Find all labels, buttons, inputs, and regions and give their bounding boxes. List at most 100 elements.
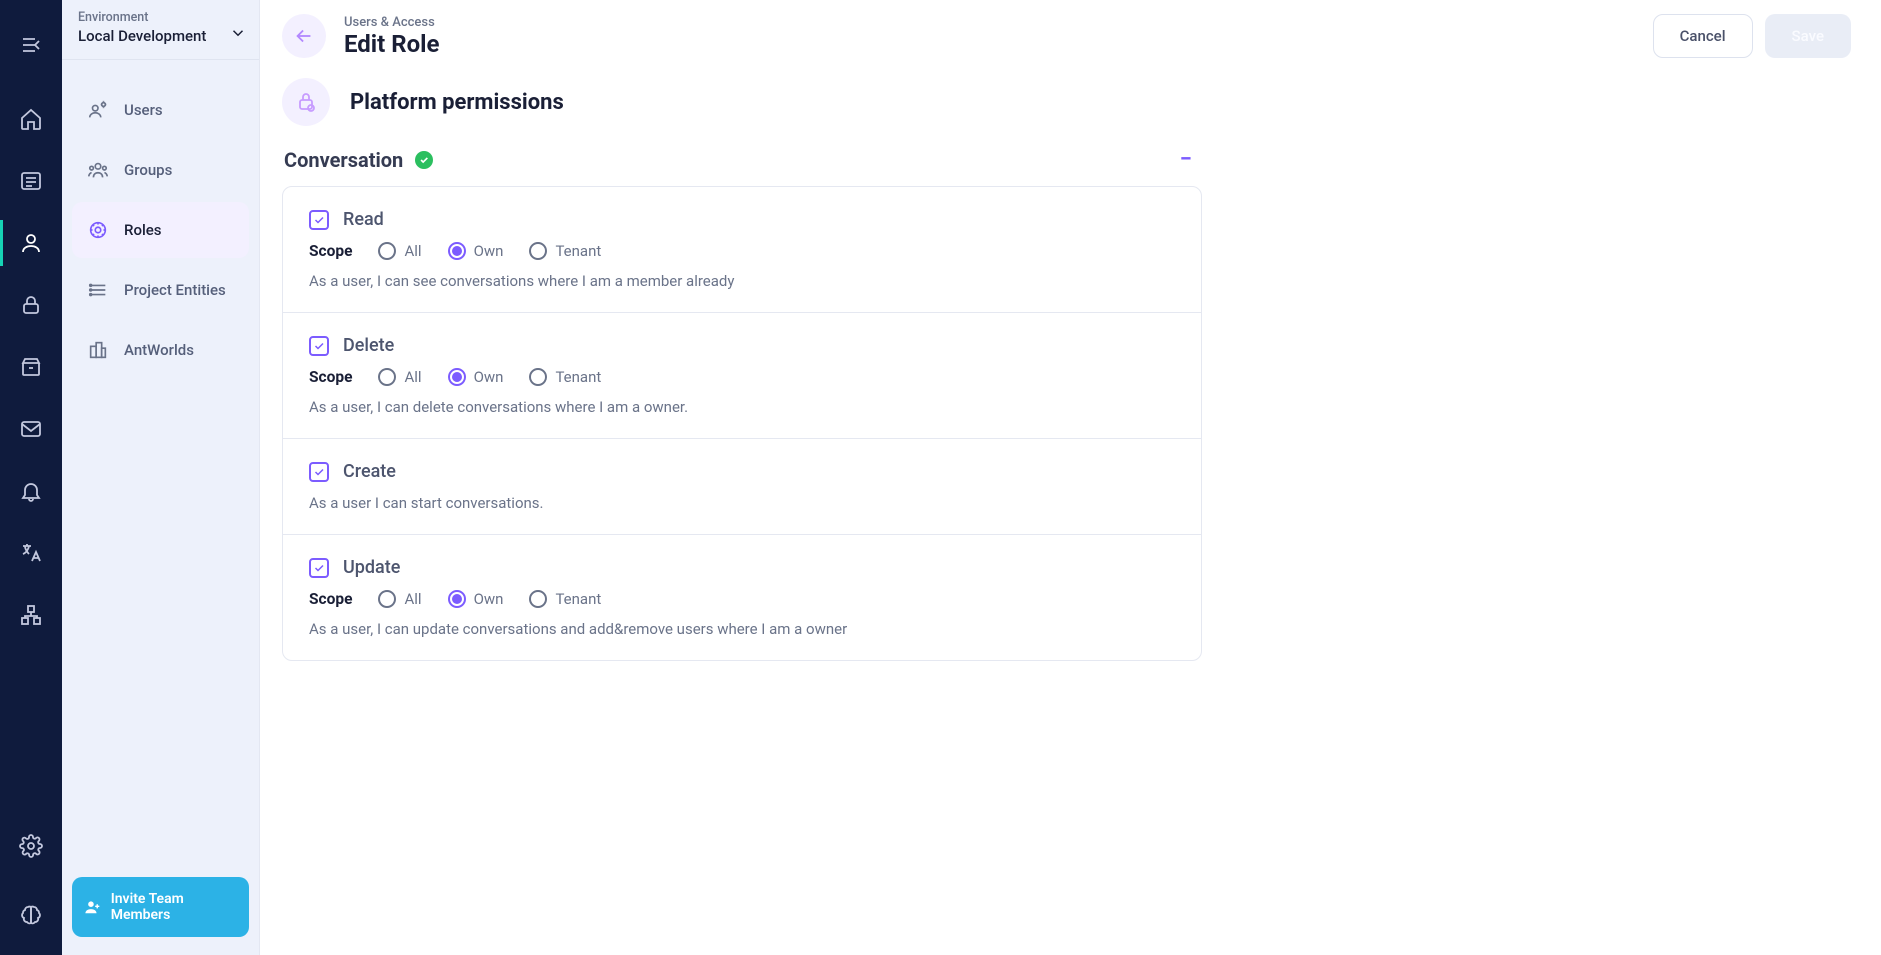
radio-icon bbox=[529, 242, 547, 260]
sidebar-item-users[interactable]: Users bbox=[72, 82, 249, 138]
main-content: Users & Access Edit Role Cancel Save Pla… bbox=[260, 0, 1881, 955]
radio-icon bbox=[529, 590, 547, 608]
nav-home[interactable] bbox=[0, 88, 62, 150]
nav-archive[interactable] bbox=[0, 336, 62, 398]
permission-description: As a user, I can update conversations an… bbox=[309, 620, 1175, 638]
scope-option[interactable]: All bbox=[378, 590, 421, 608]
roles-icon bbox=[86, 218, 110, 242]
permission-name: Delete bbox=[343, 335, 394, 356]
scope-option[interactable]: Own bbox=[448, 242, 504, 260]
scope-option[interactable]: All bbox=[378, 242, 421, 260]
group-complete-badge bbox=[415, 151, 433, 169]
lock-badge-icon bbox=[294, 90, 318, 114]
mail-icon bbox=[19, 417, 43, 441]
sidebar-item-label: Groups bbox=[124, 161, 172, 179]
scope-option[interactable]: Own bbox=[448, 368, 504, 386]
scope-option-label: Own bbox=[474, 590, 504, 608]
radio-icon bbox=[448, 368, 466, 386]
lock-icon bbox=[19, 293, 43, 317]
page-header: Users & Access Edit Role Cancel Save bbox=[260, 0, 1881, 68]
chevron-down-icon bbox=[229, 24, 247, 46]
gear-icon bbox=[19, 834, 43, 858]
invite-team-members-button[interactable]: Invite Team Members bbox=[72, 877, 249, 937]
permission-row: Delete Scope All Own Tenant As a user, I can … bbox=[283, 313, 1201, 439]
permission-checkbox[interactable] bbox=[309, 336, 329, 356]
scope-option[interactable]: Tenant bbox=[529, 590, 601, 608]
entities-icon bbox=[86, 278, 110, 302]
scope-label: Scope bbox=[309, 368, 352, 386]
groups-icon bbox=[86, 158, 110, 182]
permission-description: As a user, I can see conversations where… bbox=[309, 272, 1175, 290]
radio-icon bbox=[378, 590, 396, 608]
radio-icon bbox=[378, 368, 396, 386]
permission-checkbox[interactable] bbox=[309, 462, 329, 482]
nav-users-access[interactable] bbox=[0, 212, 62, 274]
nav-language[interactable] bbox=[0, 522, 62, 584]
scope-label: Scope bbox=[309, 242, 352, 260]
home-icon bbox=[19, 107, 43, 131]
radio-icon bbox=[378, 242, 396, 260]
permission-row: Create As a user I can start conversation… bbox=[283, 439, 1201, 535]
nav-mail[interactable] bbox=[0, 398, 62, 460]
save-button[interactable]: Save bbox=[1765, 14, 1851, 58]
back-button[interactable] bbox=[282, 14, 326, 58]
add-user-icon bbox=[84, 898, 101, 916]
cancel-button[interactable]: Cancel bbox=[1653, 14, 1753, 58]
primary-nav-rail bbox=[0, 0, 62, 955]
nav-content[interactable] bbox=[0, 150, 62, 212]
collapse-group-button[interactable]: − bbox=[1180, 149, 1200, 171]
permission-row: Update Scope All Own Tenant As a user, I can … bbox=[283, 535, 1201, 660]
nav-notifications[interactable] bbox=[0, 460, 62, 522]
permission-checkbox[interactable] bbox=[309, 210, 329, 230]
sidebar-item-project-entities[interactable]: Project Entities bbox=[72, 262, 249, 318]
permission-description: As a user I can start conversations. bbox=[309, 494, 1175, 512]
scope-option[interactable]: Tenant bbox=[529, 242, 601, 260]
translate-icon bbox=[19, 541, 43, 565]
nav-settings[interactable] bbox=[0, 815, 62, 877]
permission-name: Create bbox=[343, 461, 396, 482]
permissions-section: Platform permissions Conversation − Read… bbox=[260, 68, 1881, 685]
secondary-sidebar: Environment Local Development Users Grou… bbox=[62, 0, 260, 955]
sidebar-item-groups[interactable]: Groups bbox=[72, 142, 249, 198]
user-icon bbox=[19, 231, 43, 255]
scope-option-label: All bbox=[404, 590, 421, 608]
collapse-menu-button[interactable] bbox=[0, 14, 62, 76]
radio-icon bbox=[448, 242, 466, 260]
radio-icon bbox=[529, 368, 547, 386]
menu-collapse-icon bbox=[19, 33, 43, 57]
sidebar-item-antworlds[interactable]: AntWorlds bbox=[72, 322, 249, 378]
permission-checkbox[interactable] bbox=[309, 558, 329, 578]
nav-nodes[interactable] bbox=[0, 584, 62, 646]
sidebar-item-label: AntWorlds bbox=[124, 341, 194, 359]
scope-option-label: All bbox=[404, 242, 421, 260]
scope-option-label: All bbox=[404, 368, 421, 386]
arrow-left-icon bbox=[293, 25, 315, 47]
nodes-icon bbox=[19, 603, 43, 627]
scope-option[interactable]: Tenant bbox=[529, 368, 601, 386]
group-title: Conversation bbox=[284, 148, 403, 172]
archive-icon bbox=[19, 355, 43, 379]
permission-list: ReadScopeAllOwnTenantAs a user, I can se… bbox=[282, 186, 1202, 661]
permission-group-conversation: Conversation − ReadScopeAllOwnTenantAs a… bbox=[282, 140, 1202, 661]
radio-icon bbox=[448, 590, 466, 608]
scope-option-label: Tenant bbox=[555, 242, 601, 260]
breadcrumb: Users & Access bbox=[344, 15, 439, 30]
scope-option[interactable]: Own bbox=[448, 590, 504, 608]
sidebar-item-roles[interactable]: Roles bbox=[72, 202, 249, 258]
permission-description: As a user, I can delete conversations wh… bbox=[309, 398, 1175, 416]
sidebar-item-label: Users bbox=[124, 101, 163, 119]
permissions-section-icon bbox=[282, 78, 330, 126]
users-gear-icon bbox=[86, 98, 110, 122]
environment-value: Local Development bbox=[78, 27, 243, 45]
permission-name: Update bbox=[343, 557, 400, 578]
scope-option-label: Tenant bbox=[555, 590, 601, 608]
list-box-icon bbox=[19, 169, 43, 193]
nav-ai[interactable] bbox=[0, 885, 62, 947]
sidebar-item-label: Roles bbox=[124, 221, 162, 239]
scope-label: Scope bbox=[309, 590, 352, 608]
scope-option[interactable]: All bbox=[378, 368, 421, 386]
nav-security[interactable] bbox=[0, 274, 62, 336]
sidebar-menu: Users Groups Roles Project Entities AntW… bbox=[62, 60, 259, 400]
permission-row: ReadScopeAllOwnTenantAs a user, I can se… bbox=[283, 187, 1201, 313]
environment-switcher[interactable]: Environment Local Development bbox=[62, 0, 259, 60]
